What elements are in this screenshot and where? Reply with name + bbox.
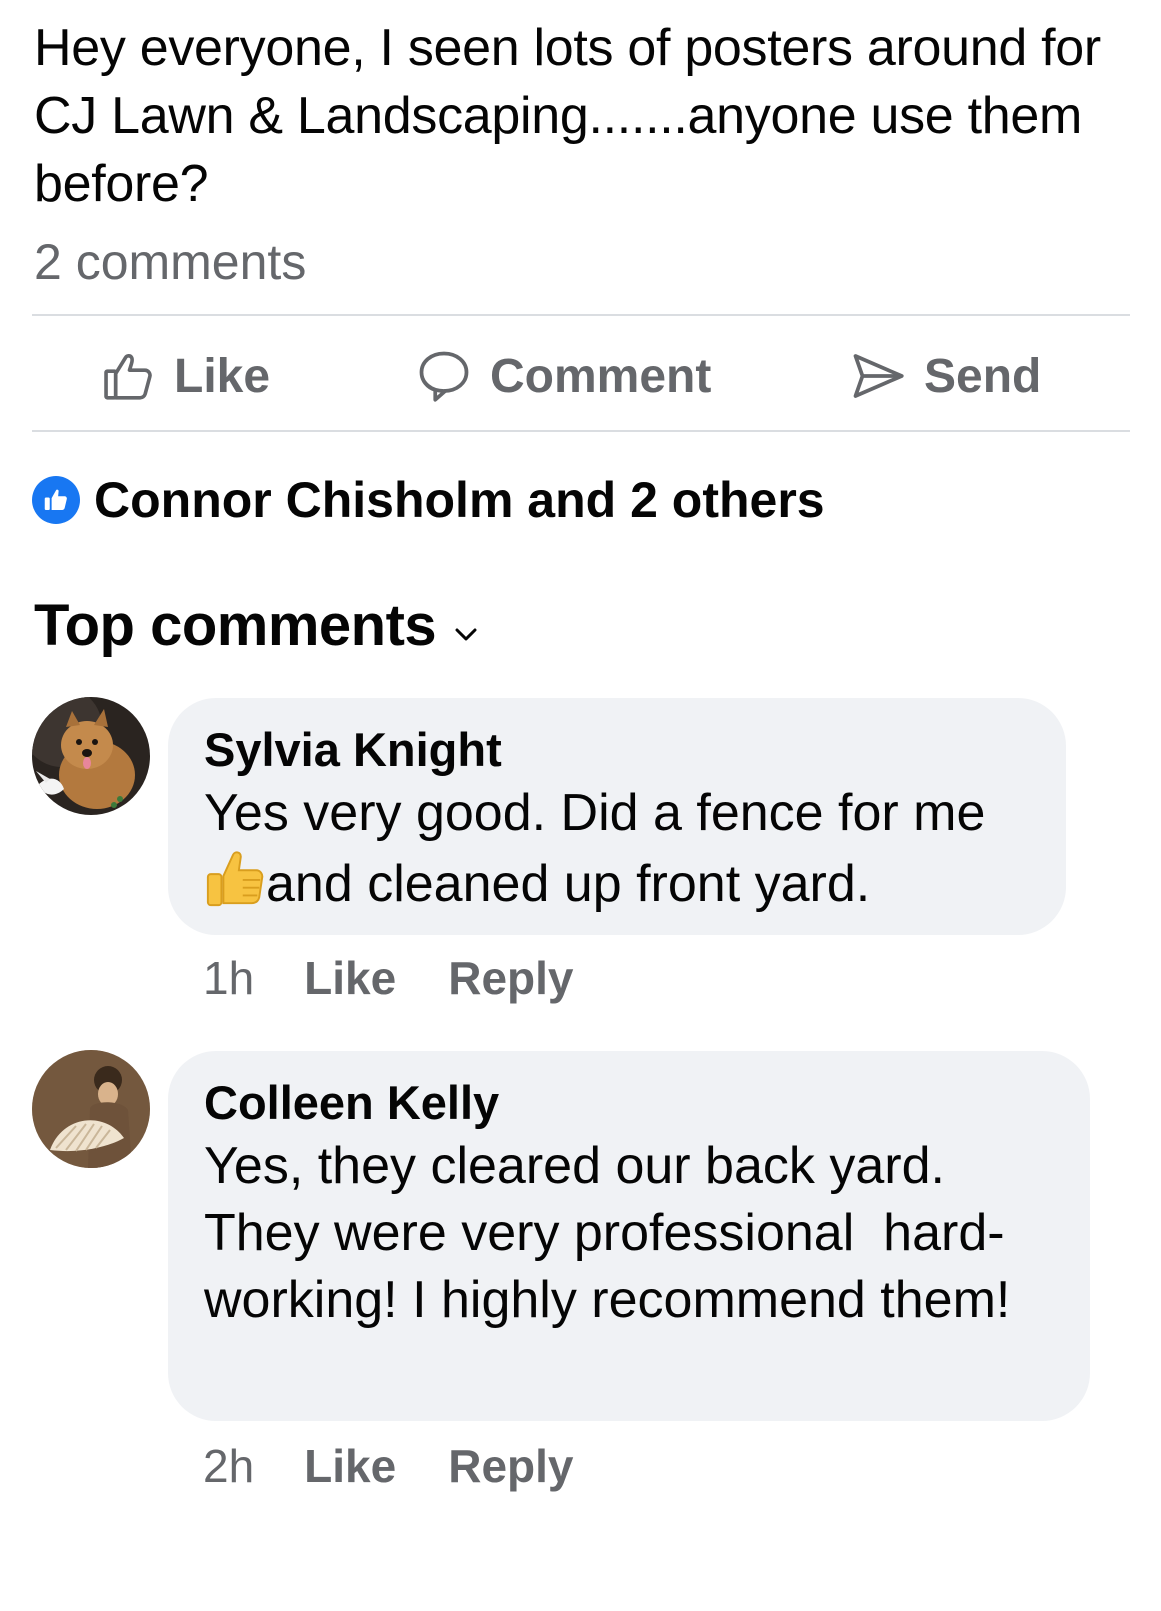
comment-reply-button[interactable]: Reply — [448, 951, 573, 1005]
comment-bubble[interactable]: Sylvia Knight Yes very good. Did a fence… — [168, 698, 1066, 935]
comment-text-part: and cleaned up front yard. — [266, 855, 871, 913]
comment-like-button[interactable]: Like — [304, 951, 396, 1005]
comment-timestamp[interactable]: 1h — [203, 951, 254, 1005]
comment-icon — [414, 346, 474, 406]
comment-meta: 1h Like Reply — [203, 948, 625, 1008]
comment-author[interactable]: Colleen Kelly — [204, 1073, 1054, 1133]
comment-like-button[interactable]: Like — [304, 1439, 396, 1493]
section-title: Top comments — [34, 592, 437, 658]
comment-timestamp[interactable]: 2h — [203, 1439, 254, 1493]
thumbs-up-icon — [100, 347, 158, 405]
like-button-label: Like — [174, 349, 271, 403]
like-button[interactable]: Like — [100, 336, 270, 416]
comment-button[interactable]: Comment — [414, 336, 711, 416]
like-icon — [32, 476, 80, 524]
comment-text: Yes, they cleared our back yard. They we… — [204, 1137, 1011, 1329]
comment-bubble[interactable]: Colleen Kelly Yes, they cleared our back… — [168, 1051, 1090, 1421]
send-button-label: Send — [924, 349, 1042, 403]
post-text: Hey everyone, I seen lots of posters aro… — [34, 19, 1101, 213]
reactions-summary[interactable]: Connor Chisholm and 2 others — [32, 470, 825, 530]
send-icon — [848, 346, 908, 406]
send-button[interactable]: Send — [848, 336, 1041, 416]
avatar[interactable] — [32, 697, 150, 815]
top-comments-sort[interactable]: Top comments — [34, 590, 480, 660]
reactions-label: Connor Chisholm and 2 others — [94, 472, 825, 528]
divider-top — [32, 314, 1130, 316]
comment-meta: 2h Like Reply — [203, 1436, 625, 1496]
comment-text: Yes very good. Did a fence for me and cl… — [204, 780, 1030, 918]
comment-count[interactable]: 2 comments — [34, 232, 306, 292]
divider-bottom — [32, 430, 1130, 432]
comment-author[interactable]: Sylvia Knight — [204, 720, 1030, 780]
avatar[interactable] — [32, 1050, 150, 1168]
comment-button-label: Comment — [490, 349, 712, 403]
thumbs-up-emoji-icon — [204, 847, 266, 909]
comment-reply-button[interactable]: Reply — [448, 1439, 573, 1493]
chevron-down-icon — [452, 592, 480, 659]
comment-text-part: Yes very good. Did a fence for me — [204, 784, 986, 842]
